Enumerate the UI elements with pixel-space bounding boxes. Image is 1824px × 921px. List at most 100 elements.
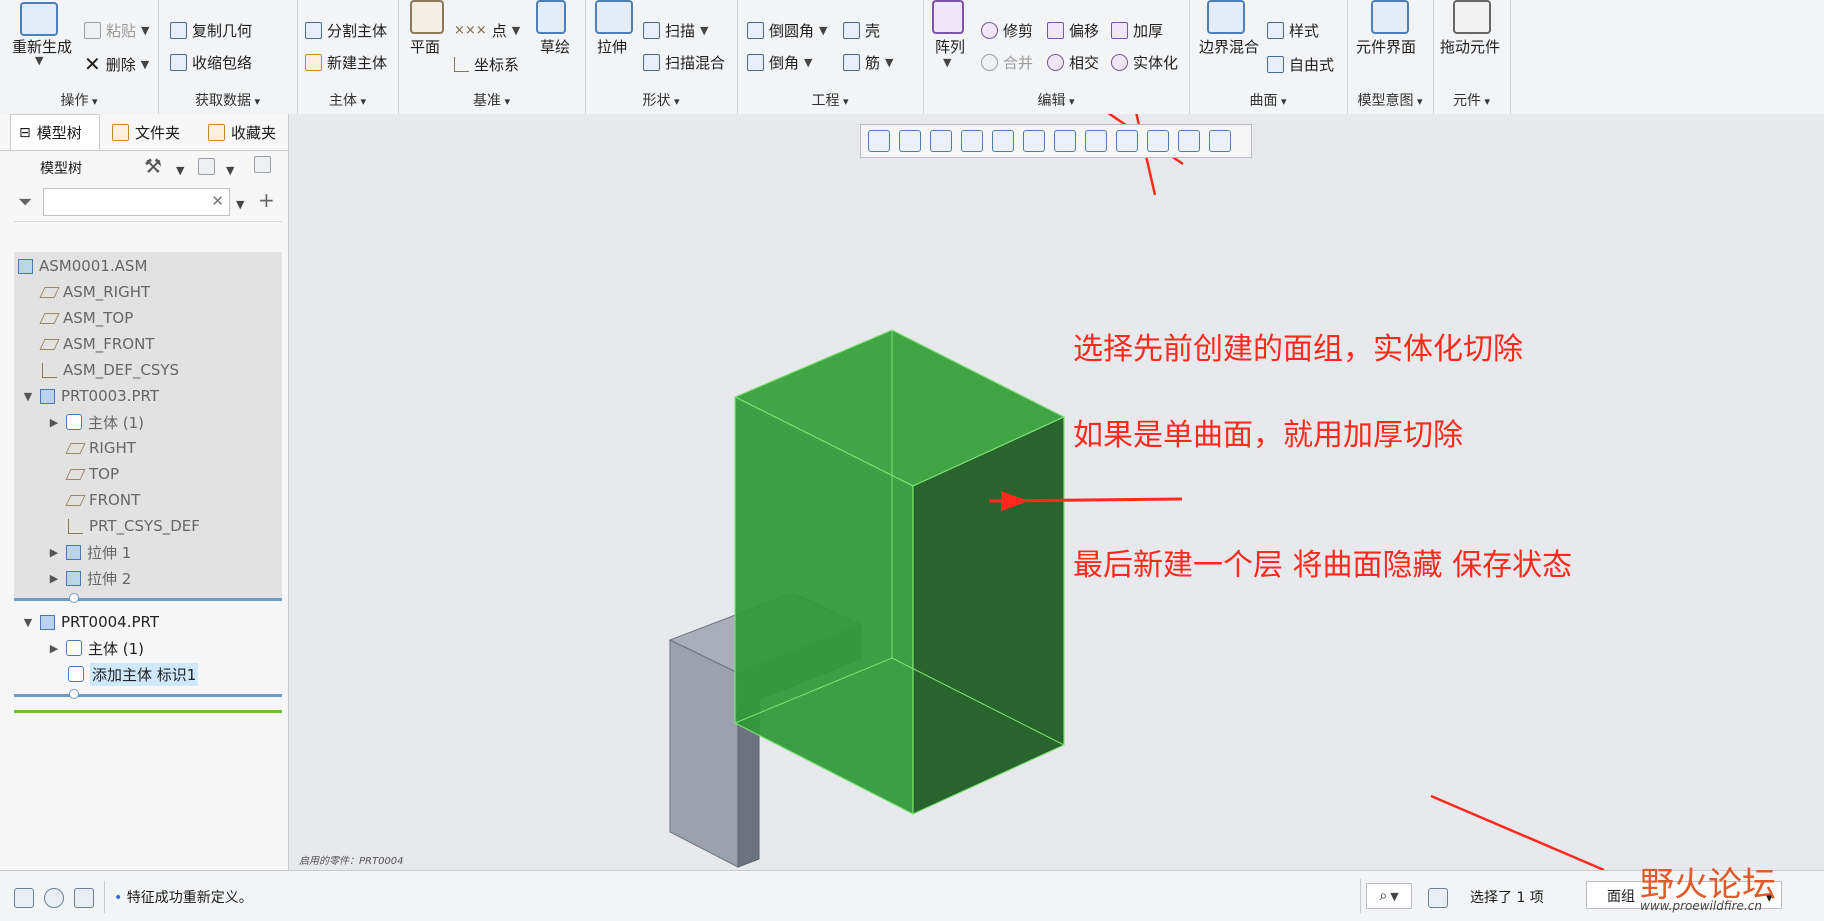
- tree-item-front[interactable]: FRONT: [65, 488, 140, 512]
- view-manager-icon[interactable]: [1054, 130, 1076, 152]
- tree-item-asm-csys[interactable]: ASM_DEF_CSYS: [42, 358, 179, 382]
- browser-icon[interactable]: [44, 888, 64, 908]
- selection-count[interactable]: 选择了 1 项: [1470, 887, 1544, 907]
- coordinate-system-button[interactable]: 坐标系: [454, 54, 519, 75]
- clear-filter-icon[interactable]: ✕: [211, 192, 224, 210]
- group-label-surfaces[interactable]: 曲面: [1189, 90, 1347, 110]
- add-filter-icon[interactable]: +: [258, 188, 275, 212]
- perspective-icon[interactable]: [1085, 130, 1107, 152]
- merge-button[interactable]: 合并: [981, 52, 1033, 73]
- expand-icon[interactable]: ▶: [48, 642, 60, 655]
- refit-icon[interactable]: [868, 130, 890, 152]
- column-settings-icon[interactable]: [254, 156, 271, 177]
- fullscreen-icon[interactable]: [74, 888, 94, 908]
- solid-side-face[interactable]: [912, 416, 1065, 815]
- zoom-in-icon[interactable]: [899, 130, 921, 152]
- tree-item-add-body[interactable]: 添加主体 标识1: [68, 662, 199, 686]
- bracket-front-face[interactable]: [669, 639, 739, 868]
- filter-icon[interactable]: ⏷: [18, 192, 32, 213]
- collapse-icon[interactable]: ▼: [22, 616, 34, 629]
- copy-geometry-button[interactable]: 复制几何: [170, 20, 252, 41]
- regenerate-dropdown[interactable]: ▼: [35, 54, 43, 67]
- tree-item-extrude-2[interactable]: ▶ 拉伸 2: [48, 566, 132, 590]
- pattern-dropdown[interactable]: ▼: [943, 56, 951, 69]
- tree-item-asm-top[interactable]: ASM_TOP: [39, 306, 133, 330]
- tree-item-prt0003[interactable]: ▼ PRT0003.PRT: [22, 384, 159, 408]
- tree-filter-input[interactable]: ✕: [43, 188, 230, 216]
- insert-indicator-2[interactable]: [14, 694, 282, 697]
- extrude-button[interactable]: 拉伸: [597, 36, 627, 57]
- tree-item-extrude-1[interactable]: ▶ 拉伸 1: [48, 540, 132, 564]
- show-menu-icon[interactable]: [198, 158, 215, 179]
- tree-item-prt-csys[interactable]: PRT_CSYS_DEF: [68, 514, 200, 538]
- point-button[interactable]: ××× 点 ▼: [454, 20, 520, 41]
- tree-item-asm-right[interactable]: ASM_RIGHT: [39, 280, 150, 304]
- display-style-icon[interactable]: [992, 130, 1014, 152]
- group-label-get-data[interactable]: 获取数据: [158, 90, 297, 110]
- settings-tools-icon[interactable]: ⚒: [144, 154, 162, 178]
- tree-item-top[interactable]: TOP: [65, 462, 119, 486]
- toggle-navigator-icon[interactable]: [14, 888, 34, 908]
- find-button[interactable]: ⌕ ▼: [1366, 883, 1412, 909]
- shell-button[interactable]: 壳: [843, 20, 880, 41]
- solidify-button[interactable]: 实体化: [1111, 52, 1178, 73]
- zoom-out-icon[interactable]: [930, 130, 952, 152]
- tab-model-tree[interactable]: ⊟ 模型树: [10, 114, 100, 150]
- tree-item-body-prt0004[interactable]: ▶ 主体 (1): [48, 636, 144, 660]
- expand-icon[interactable]: ▶: [48, 572, 60, 585]
- tab-folder[interactable]: 文件夹: [104, 114, 188, 150]
- datum-display-icon[interactable]: [1147, 130, 1169, 152]
- show-menu-dropdown[interactable]: ▼: [226, 160, 234, 178]
- group-label-engineering[interactable]: 工程: [737, 90, 923, 110]
- plane-button[interactable]: 平面: [410, 36, 440, 57]
- tree-item-asm[interactable]: ASM0001.ASM: [18, 254, 147, 278]
- group-label-datum[interactable]: 基准: [398, 90, 585, 110]
- group-label-operations[interactable]: 操作: [0, 90, 158, 110]
- tree-item-body-prt0003[interactable]: ▶ 主体 (1): [48, 410, 144, 434]
- freestyle-button[interactable]: 自由式: [1267, 54, 1334, 75]
- tab-favorites[interactable]: 收藏夹: [200, 114, 286, 150]
- insert-indicator[interactable]: [14, 598, 282, 601]
- expand-icon[interactable]: ▶: [48, 416, 60, 429]
- split-body-button[interactable]: 分割主体: [305, 20, 387, 41]
- rib-button[interactable]: 筋 ▼: [843, 52, 893, 73]
- component-interface-button[interactable]: 元件界面: [1356, 36, 1416, 57]
- tree-item-prt0004[interactable]: ▼ PRT0004.PRT: [22, 610, 159, 634]
- expand-icon[interactable]: ▶: [48, 546, 60, 559]
- drag-components-button[interactable]: 拖动元件: [1440, 36, 1500, 57]
- boundary-blend-button[interactable]: 边界混合: [1199, 36, 1259, 57]
- settings-dropdown[interactable]: ▼: [176, 160, 184, 178]
- repaint-icon[interactable]: [961, 130, 983, 152]
- new-body-button[interactable]: 新建主体: [305, 52, 387, 73]
- group-label-editing[interactable]: 编辑: [923, 90, 1189, 110]
- group-label-components[interactable]: 元件: [1433, 90, 1510, 110]
- style-button[interactable]: 样式: [1267, 20, 1319, 41]
- intersect-button[interactable]: 相交: [1047, 52, 1099, 73]
- group-label-body[interactable]: 主体: [297, 90, 398, 110]
- pattern-button[interactable]: 阵列: [935, 36, 965, 57]
- group-label-shapes[interactable]: 形状: [585, 90, 737, 110]
- shrinkwrap-button[interactable]: 收缩包络: [170, 52, 252, 73]
- saved-orientations-icon[interactable]: [1023, 130, 1045, 152]
- swept-blend-button[interactable]: 扫描混合: [643, 52, 725, 73]
- round-button[interactable]: 倒圆角 ▼: [747, 20, 827, 41]
- sketch-button[interactable]: 草绘: [540, 36, 570, 57]
- paste-button[interactable]: 粘贴 ▼: [84, 20, 149, 41]
- thicken-button[interactable]: 加厚: [1111, 20, 1163, 41]
- collapse-icon[interactable]: ▼: [22, 390, 34, 403]
- insert-handle-2[interactable]: [69, 689, 79, 699]
- sweep-button[interactable]: 扫描 ▼: [643, 20, 708, 41]
- group-label-model-intent[interactable]: 模型意图: [1347, 90, 1433, 110]
- delete-button[interactable]: ✕ 删除 ▼: [84, 52, 149, 76]
- graphics-window[interactable]: 选择先前创建的面组，实体化切除 如果是单曲面，就用加厚切除 最后新建一个层 将曲…: [289, 114, 1824, 870]
- model-geometry[interactable]: [289, 114, 1824, 870]
- tree-item-right[interactable]: RIGHT: [65, 436, 136, 460]
- annotation-display-icon[interactable]: [1178, 130, 1200, 152]
- filter-dropdown[interactable]: ▼: [236, 194, 244, 212]
- offset-button[interactable]: 偏移: [1047, 20, 1099, 41]
- tree-item-asm-front[interactable]: ASM_FRONT: [39, 332, 154, 356]
- trim-button[interactable]: 修剪: [981, 20, 1033, 41]
- selection-buffer-icon[interactable]: [1428, 888, 1448, 908]
- chamfer-button[interactable]: 倒角 ▼: [747, 52, 812, 73]
- spin-center-icon[interactable]: [1209, 130, 1231, 152]
